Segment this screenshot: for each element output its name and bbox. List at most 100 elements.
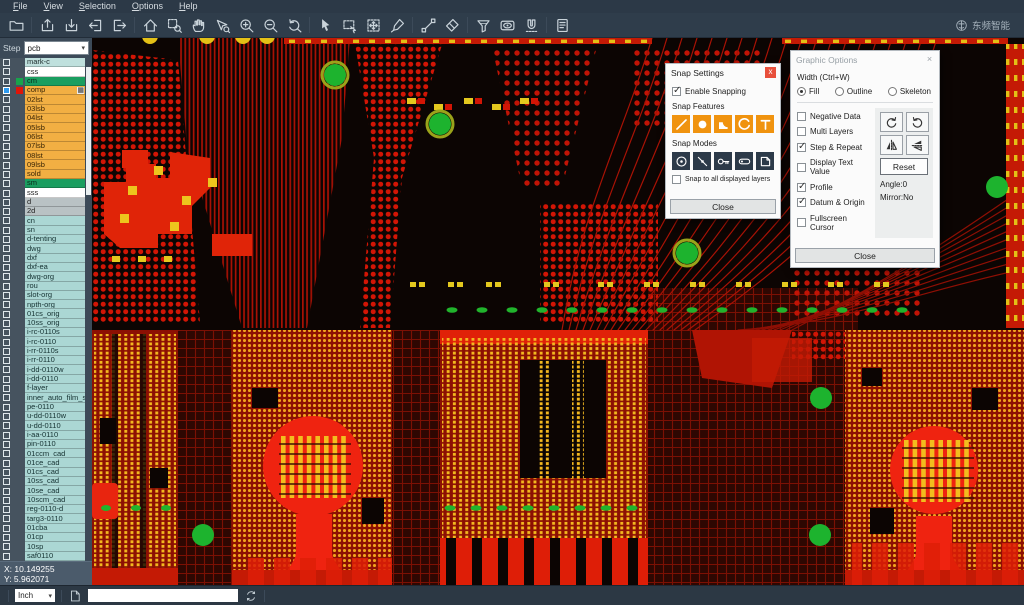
- layer-row-pin-0110[interactable]: pin-0110: [0, 440, 92, 449]
- layer-visibility-checkbox[interactable]: [0, 412, 13, 421]
- rotate-ccw-button[interactable]: [906, 112, 929, 132]
- snap-arc-button[interactable]: [735, 115, 753, 133]
- layer-row-cm[interactable]: cm: [0, 77, 92, 86]
- layer-name[interactable]: sss: [25, 188, 85, 197]
- layer-visibility-checkbox[interactable]: [0, 151, 13, 160]
- layer-name[interactable]: inner_auto_film_symb: [25, 393, 85, 402]
- layer-row-comp[interactable]: comp▦: [0, 86, 92, 95]
- layer-row-08lst[interactable]: 08lst: [0, 151, 92, 160]
- layer-row-dwg-org[interactable]: dwg-org: [0, 272, 92, 281]
- toolbar-upload-button[interactable]: [35, 15, 59, 36]
- refresh-button[interactable]: [244, 589, 258, 603]
- layer-row-01cs_cad[interactable]: 01cs_cad: [0, 468, 92, 477]
- layer-name[interactable]: cm: [25, 77, 85, 86]
- layer-name[interactable]: 2d: [25, 207, 85, 216]
- command-input[interactable]: [88, 589, 238, 602]
- layer-visibility-checkbox[interactable]: [0, 282, 13, 291]
- toolbar-home-button[interactable]: [138, 15, 162, 36]
- layer-visibility-checkbox[interactable]: [0, 244, 13, 253]
- close-icon[interactable]: ×: [924, 54, 935, 65]
- radio-outline[interactable]: Outline: [835, 87, 872, 96]
- layer-row-sold[interactable]: sold: [0, 170, 92, 179]
- toolbar-layers-panel-button[interactable]: [550, 15, 574, 36]
- layer-row-01cba[interactable]: 01cba: [0, 524, 92, 533]
- layer-row-01ce_cad[interactable]: 01ce_cad: [0, 458, 92, 467]
- step-select[interactable]: pcb ▾: [24, 41, 90, 55]
- layer-row-i-rc-0110[interactable]: i-rc-0110: [0, 337, 92, 346]
- snap-shape-button[interactable]: [714, 115, 732, 133]
- layer-visibility-checkbox[interactable]: [0, 300, 13, 309]
- snap-pad-button[interactable]: [693, 115, 711, 133]
- layer-list-scrollbar[interactable]: [85, 58, 92, 561]
- layer-name[interactable]: pin-0110: [25, 440, 85, 449]
- layer-name[interactable]: rou: [25, 282, 85, 291]
- layer-visibility-checkbox[interactable]: [0, 198, 13, 207]
- layer-row-sn[interactable]: sn: [0, 226, 92, 235]
- checkbox-row-negative-data[interactable]: Negative Data: [797, 112, 873, 121]
- checkbox-row-step-repeat[interactable]: Step & Repeat: [797, 143, 873, 152]
- layer-row-10sp[interactable]: 10sp: [0, 542, 92, 551]
- checkbox-row-datum-origin[interactable]: Datum & Origin: [797, 198, 873, 207]
- layer-visibility-checkbox[interactable]: [0, 309, 13, 318]
- mode-key-button[interactable]: [714, 152, 732, 170]
- mirror-v-button[interactable]: [906, 135, 929, 155]
- layer-name[interactable]: 10scm_cad: [25, 496, 85, 505]
- layer-name[interactable]: 10sp: [25, 542, 85, 551]
- layer-visibility-checkbox[interactable]: [0, 337, 13, 346]
- layer-name[interactable]: i-aa-0110: [25, 431, 85, 440]
- layer-visibility-checkbox[interactable]: [0, 170, 13, 179]
- layer-name[interactable]: d: [25, 198, 85, 207]
- layer-name[interactable]: dwg-org: [25, 272, 85, 281]
- layer-row-reg-0110-d[interactable]: reg-0110-d: [0, 505, 92, 514]
- layer-name[interactable]: 10se_cad: [25, 486, 85, 495]
- layer-name[interactable]: 01cp: [25, 533, 85, 542]
- toolbar-import-button[interactable]: [83, 15, 107, 36]
- layer-name[interactable]: 01cs_cad: [25, 468, 85, 477]
- layer-visibility-checkbox[interactable]: [0, 393, 13, 402]
- menu-item-selection[interactable]: Selection: [71, 0, 124, 13]
- checkbox[interactable]: [797, 163, 806, 172]
- layer-name[interactable]: sold: [25, 170, 85, 179]
- layer-visibility-checkbox[interactable]: [0, 356, 13, 365]
- layer-visibility-checkbox[interactable]: [0, 431, 13, 440]
- layer-row-i-dd-0110[interactable]: i-dd-0110: [0, 375, 92, 384]
- layer-name[interactable]: i-rr-0110: [25, 356, 85, 365]
- layer-name[interactable]: u-dd-0110w: [25, 412, 85, 421]
- graphic-dialog-titlebar[interactable]: Graphic Options ×: [791, 51, 939, 67]
- layer-row-01ccm_cad[interactable]: 01ccm_cad: [0, 449, 92, 458]
- layer-visibility-checkbox[interactable]: [0, 505, 13, 514]
- layer-name[interactable]: npth-org: [25, 300, 85, 309]
- checkbox-row-profile[interactable]: Profile: [797, 183, 873, 192]
- reset-button[interactable]: Reset: [880, 158, 928, 175]
- layer-visibility-checkbox[interactable]: [0, 524, 13, 533]
- layer-row-d[interactable]: d: [0, 198, 92, 207]
- layer-name[interactable]: i-rc-0110: [25, 337, 85, 346]
- checkbox-row-fullscreen-cursor[interactable]: Fullscreen Cursor: [797, 214, 873, 232]
- layer-name[interactable]: cn: [25, 216, 85, 225]
- mode-point-button[interactable]: [693, 152, 711, 170]
- layer-name[interactable]: slot-org: [25, 291, 85, 300]
- layer-name[interactable]: 02lst: [25, 95, 85, 104]
- layer-name[interactable]: 10ss_orig: [25, 319, 85, 328]
- layer-visibility-checkbox[interactable]: [0, 160, 13, 169]
- layer-visibility-checkbox[interactable]: [0, 440, 13, 449]
- enable-snapping-checkbox[interactable]: [672, 87, 681, 96]
- layer-row-targ3-0110[interactable]: targ3-0110: [0, 514, 92, 523]
- layer-visibility-checkbox[interactable]: [0, 216, 13, 225]
- toolbar-zoom-out-button[interactable]: [258, 15, 282, 36]
- toolbar-download-button[interactable]: [59, 15, 83, 36]
- layer-visibility-checkbox[interactable]: [0, 207, 13, 216]
- layer-row-slot-org[interactable]: slot-org: [0, 291, 92, 300]
- checkbox[interactable]: [797, 127, 806, 136]
- layer-name[interactable]: i-rc-0110s: [25, 328, 85, 337]
- layer-name[interactable]: 01ccm_cad: [25, 449, 85, 458]
- layer-name[interactable]: comp▦: [25, 86, 85, 95]
- layer-row-i-dd-0110w[interactable]: i-dd-0110w: [0, 365, 92, 374]
- layer-visibility-checkbox[interactable]: [0, 533, 13, 542]
- layer-visibility-checkbox[interactable]: [0, 458, 13, 467]
- layer-row-10ss_orig[interactable]: 10ss_orig: [0, 319, 92, 328]
- layer-visibility-checkbox[interactable]: [0, 179, 13, 188]
- layer-visibility-checkbox[interactable]: [0, 95, 13, 104]
- layer-name[interactable]: mark-c: [25, 58, 85, 67]
- toolbar-visibility-button[interactable]: [495, 15, 519, 36]
